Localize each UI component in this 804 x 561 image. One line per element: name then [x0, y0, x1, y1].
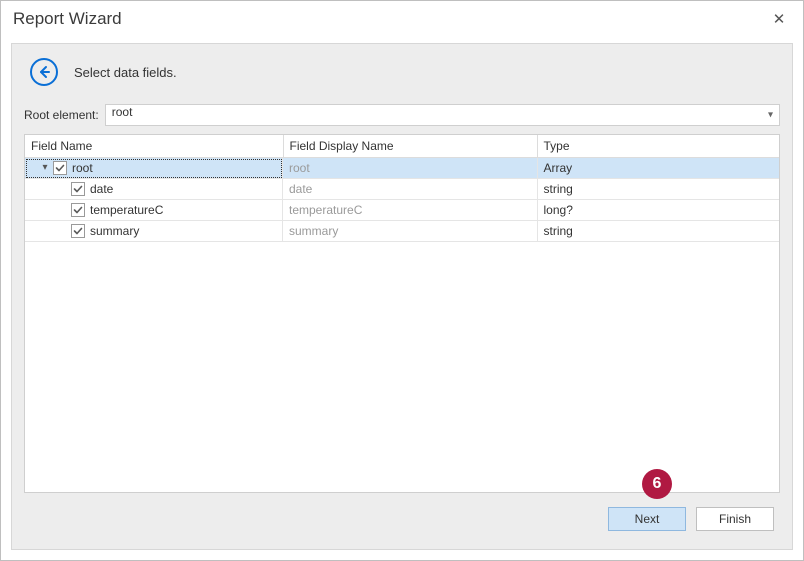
wizard-body: Select data fields. Root element: root ▾… — [11, 43, 793, 550]
finish-button[interactable]: Finish — [696, 507, 774, 531]
field-type-text: Array — [537, 157, 780, 179]
heading-row: Select data fields. — [24, 58, 780, 86]
titlebar: Report Wizard ✕ — [1, 1, 803, 37]
row-checkbox[interactable] — [71, 203, 85, 217]
row-checkbox[interactable] — [71, 182, 85, 196]
back-arrow-icon — [36, 64, 52, 80]
close-button[interactable]: ✕ — [767, 10, 791, 28]
table-header-row: Field Name Field Display Name Type — [25, 135, 780, 157]
next-button[interactable]: Next — [608, 507, 686, 531]
expand-toggle-icon[interactable]: ▾ — [39, 162, 51, 173]
page-heading: Select data fields. — [74, 65, 177, 80]
field-display-text: summary — [283, 221, 537, 242]
table-row[interactable]: ▾summarysummarystring — [25, 221, 780, 242]
back-button[interactable] — [30, 58, 58, 86]
root-element-row: Root element: root ▾ — [24, 104, 780, 126]
field-name-text: summary — [90, 224, 139, 238]
col-header-display[interactable]: Field Display Name — [283, 135, 537, 157]
col-header-type[interactable]: Type — [537, 135, 780, 157]
check-icon — [73, 184, 83, 194]
table-row[interactable]: ▾temperatureCtemperatureClong? — [25, 200, 780, 221]
close-icon: ✕ — [773, 11, 786, 28]
field-name-text: date — [90, 182, 113, 196]
field-display-text: date — [283, 179, 537, 200]
report-wizard-window: Report Wizard ✕ Select data fields. Root… — [0, 0, 804, 561]
check-icon — [55, 163, 65, 173]
col-header-name[interactable]: Field Name — [25, 135, 283, 157]
check-icon — [73, 226, 83, 236]
check-icon — [73, 205, 83, 215]
row-checkbox[interactable] — [71, 224, 85, 238]
row-checkbox[interactable] — [53, 161, 67, 175]
wizard-footer: Next Finish — [24, 499, 780, 539]
root-element-value: root — [112, 105, 133, 119]
window-title: Report Wizard — [13, 9, 767, 29]
field-display-text: root — [283, 157, 537, 179]
fields-table: Field Name Field Display Name Type ▾ root… — [24, 134, 780, 493]
field-name-text: root — [72, 161, 93, 175]
chevron-down-icon: ▾ — [768, 110, 773, 121]
field-type-text: string — [537, 221, 780, 242]
field-name-text: temperatureC — [90, 203, 163, 217]
table-row[interactable]: ▾datedatestring — [25, 179, 780, 200]
root-element-label: Root element: — [24, 108, 99, 122]
table-row[interactable]: ▾rootrootArray — [25, 157, 780, 179]
table-empty-area — [25, 242, 779, 492]
root-element-select[interactable]: root ▾ — [105, 104, 780, 126]
field-display-text: temperatureC — [283, 200, 537, 221]
field-type-text: long? — [537, 200, 780, 221]
field-type-text: string — [537, 179, 780, 200]
